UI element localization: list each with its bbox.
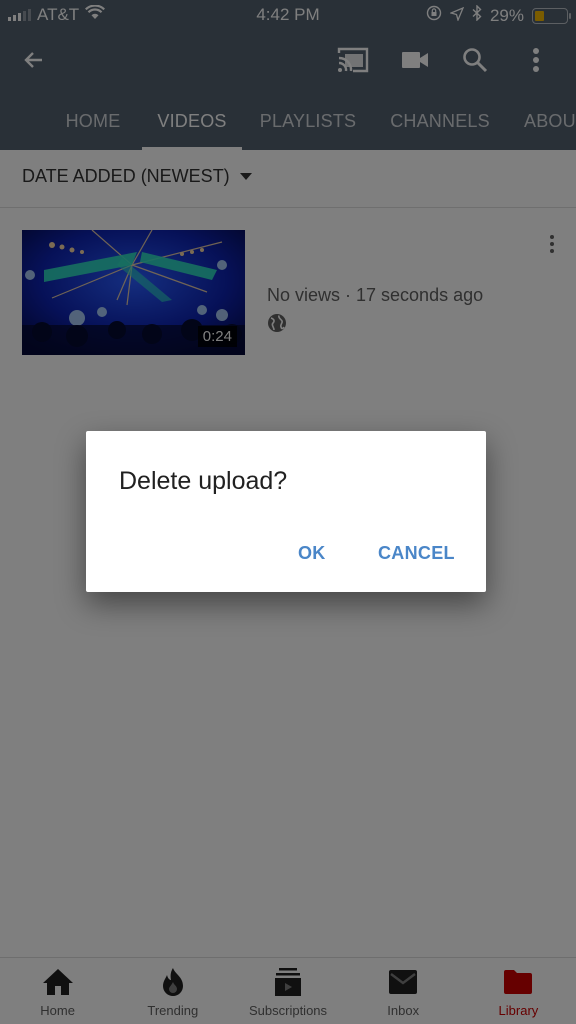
ok-button[interactable]: OK bbox=[298, 543, 326, 564]
dialog-title: Delete upload? bbox=[119, 467, 288, 495]
cancel-button[interactable]: CANCEL bbox=[378, 543, 455, 564]
delete-upload-dialog: Delete upload? OK CANCEL bbox=[86, 431, 486, 592]
